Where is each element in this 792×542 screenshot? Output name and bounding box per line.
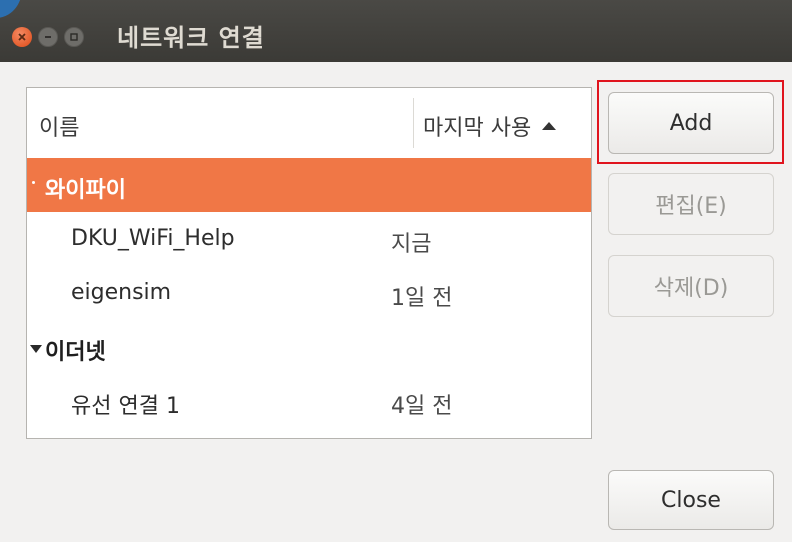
desktop-corner-accent — [0, 0, 22, 18]
connection-last-used: 1일 전 — [391, 286, 453, 311]
highlight-annotation — [597, 80, 784, 164]
column-separator — [413, 98, 414, 148]
list-item[interactable]: DKU_WiFi_Help 지금 — [27, 212, 591, 266]
sort-ascending-icon — [541, 121, 557, 131]
list-header: 이름 마지막 사용 — [27, 88, 591, 158]
connection-name: 유선 연결 1 — [71, 394, 180, 419]
list-item[interactable]: 유선 연결 1 4일 전 — [27, 374, 591, 428]
column-header-last-used-label: 마지막 사용 — [423, 116, 532, 141]
window-minimize-button[interactable] — [38, 27, 58, 47]
maximize-icon — [70, 33, 78, 41]
group-row-ethernet[interactable]: 이더넷 — [27, 320, 591, 374]
collapsed-expander-icon[interactable] — [32, 181, 35, 184]
close-button[interactable]: Close — [608, 470, 774, 530]
group-label: 와이파이 — [45, 178, 126, 203]
network-connections-window: 네트워크 연결 이름 마지막 사용 와이파이 DKU_WiFi_Help 지금 … — [0, 0, 792, 542]
connection-last-used: 4일 전 — [391, 394, 453, 419]
delete-button[interactable]: 삭제(D) — [608, 255, 774, 317]
window-title: 네트워크 연결 — [117, 24, 265, 52]
column-header-name[interactable]: 이름 — [39, 110, 79, 142]
connection-name: eigensim — [71, 280, 172, 305]
title-bar[interactable]: 네트워크 연결 — [0, 0, 792, 62]
list-item[interactable]: eigensim 1일 전 — [27, 266, 591, 320]
connection-last-used: 지금 — [391, 232, 432, 257]
window-maximize-button[interactable] — [64, 27, 84, 47]
column-header-last-used[interactable]: 마지막 사용 — [423, 110, 557, 142]
group-label: 이더넷 — [45, 340, 106, 365]
connection-name: DKU_WiFi_Help — [71, 226, 235, 251]
group-row-wifi[interactable]: 와이파이 — [27, 158, 591, 212]
minimize-icon — [45, 36, 51, 38]
expanded-triangle-icon[interactable] — [30, 339, 42, 358]
edit-button[interactable]: 편집(E) — [608, 173, 774, 235]
connections-list[interactable]: 이름 마지막 사용 와이파이 DKU_WiFi_Help 지금 eigensim… — [26, 87, 592, 439]
window-close-button[interactable] — [12, 27, 32, 47]
close-icon — [18, 33, 26, 41]
